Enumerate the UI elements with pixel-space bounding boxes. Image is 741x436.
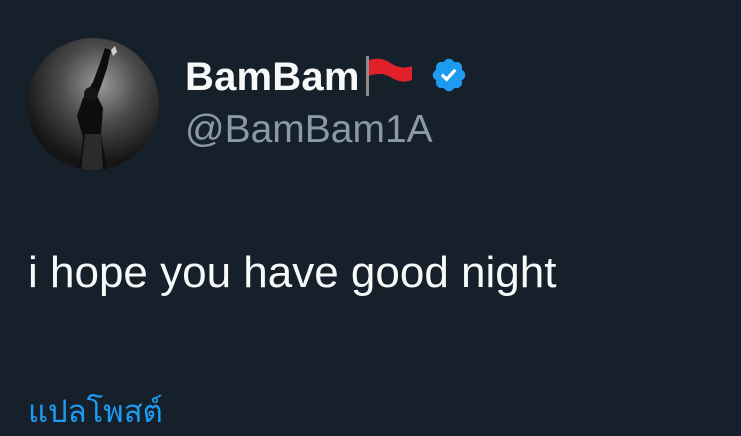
avatar-photo <box>27 38 159 170</box>
author-name-row: BamBam <box>185 53 468 101</box>
author-handle[interactable]: @BamBam1A <box>185 108 433 152</box>
tweet-text: i hope you have good night <box>28 248 557 297</box>
author-avatar[interactable] <box>27 38 159 170</box>
translate-post-link[interactable]: แปลโพสต์ <box>28 386 163 436</box>
display-name[interactable]: BamBam <box>185 55 360 100</box>
red-flag-icon <box>362 54 414 101</box>
verified-badge-icon <box>430 56 468 99</box>
